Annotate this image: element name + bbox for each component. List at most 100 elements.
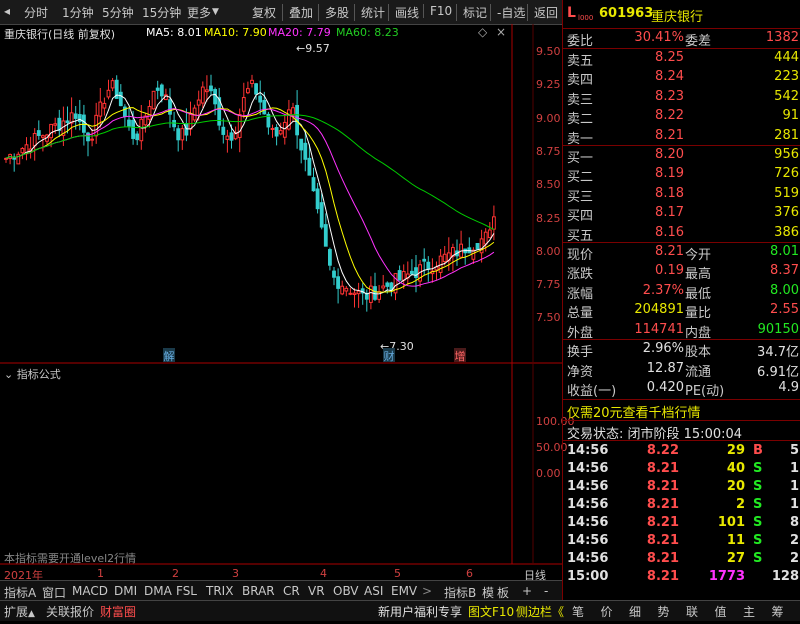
ask-price: 8.25	[655, 50, 684, 65]
fundamental-row: 换手 2.96% 股本 34.7亿	[563, 340, 800, 360]
bid-row[interactable]: 买二 8.19 726	[563, 165, 800, 185]
side-tab[interactable]: 值	[715, 603, 727, 620]
zoom-out-button[interactable]: -	[544, 584, 548, 598]
statistics-button[interactable]: 统计	[354, 4, 385, 21]
tab-more[interactable]: 更多	[187, 4, 211, 21]
side-tab[interactable]: 细	[629, 603, 641, 620]
candle-body	[65, 120, 70, 123]
bid-row[interactable]: 买四 8.17 376	[563, 204, 800, 224]
kline-svg	[0, 24, 562, 565]
toolbar-menu-icon[interactable]: ◂	[4, 4, 10, 18]
candle-body	[135, 133, 140, 141]
ask-row[interactable]: 卖四 8.24 223	[563, 68, 800, 88]
tab-indicator-b[interactable]: 指标B	[444, 584, 476, 601]
tab-template-1[interactable]: 模	[482, 584, 494, 601]
kline-chart-area[interactable]: 重庆银行(日线 前复权) MA5: 8.01 MA10: 7.90 MA20: …	[0, 24, 575, 624]
diamond-icon[interactable]: ◇	[478, 25, 487, 39]
chevron-down-icon[interactable]: ▼	[212, 7, 219, 17]
tab-indicator-a[interactable]: 指标A	[4, 584, 36, 601]
tab-asi[interactable]: ASI	[364, 584, 383, 598]
tab-dma[interactable]: DMA	[144, 584, 172, 598]
tab-1min[interactable]: 1分钟	[62, 4, 94, 21]
ask-row[interactable]: 卖三 8.23 542	[563, 88, 800, 108]
date-month-2: 2	[172, 567, 179, 580]
restore-rights-button[interactable]: 复权	[252, 4, 276, 21]
candle-body	[209, 85, 213, 92]
event-marker-unlock[interactable]: 解	[163, 348, 175, 363]
related-quote-tab[interactable]: 关联报价	[46, 603, 94, 620]
date-month-6: 6	[466, 567, 473, 580]
candle-body	[147, 106, 152, 120]
bid-volume: 376	[774, 205, 799, 221]
add-watchlist-button[interactable]: -自选	[490, 4, 525, 21]
tab-macd[interactable]: MACD	[72, 584, 108, 598]
tab-scroll-icon[interactable]: >	[422, 584, 432, 598]
extend-button[interactable]: 扩展▲	[4, 603, 35, 620]
tab-vr[interactable]: VR	[308, 584, 325, 598]
ask-row[interactable]: 卖二 8.22 91	[563, 107, 800, 127]
close-icon[interactable]: ×	[496, 25, 506, 39]
candle-body	[12, 157, 17, 160]
tick-volume: 1773	[708, 569, 745, 584]
candle-body	[336, 276, 341, 289]
tab-dmi[interactable]: DMI	[114, 584, 137, 598]
candle-body	[332, 270, 336, 278]
tab-5min[interactable]: 5分钟	[102, 4, 134, 21]
new-user-promo[interactable]: 新用户福利专享	[378, 603, 462, 620]
candle-body	[90, 138, 94, 141]
side-tab[interactable]: 联	[686, 603, 698, 620]
tab-window[interactable]: 窗口	[42, 584, 66, 601]
tick-side: S	[753, 533, 763, 548]
weibi-row: 委比 30.41% 委差 1382	[563, 29, 800, 49]
f10-button[interactable]: F10	[423, 4, 452, 18]
bottom-bar: 扩展▲ 关联报价 财富圈 新用户福利专享 图文F10 侧边栏《 笔价细势联值主筹	[0, 600, 800, 621]
tab-15min[interactable]: 15分钟	[142, 4, 181, 21]
tick-price: 8.21	[646, 515, 679, 530]
side-tab[interactable]: 笔	[572, 603, 584, 620]
bid-row[interactable]: 买一 8.20 956	[563, 146, 800, 166]
side-tab[interactable]: 主	[743, 603, 755, 620]
event-marker-increase[interactable]: 增	[454, 348, 466, 363]
candle-body	[278, 130, 283, 135]
tab-trix[interactable]: TRIX	[206, 584, 233, 598]
ask-row[interactable]: 卖一 8.21 281	[563, 127, 800, 147]
draw-line-button[interactable]: 画线	[388, 4, 419, 21]
back-button[interactable]: 返回	[527, 4, 558, 21]
tab-obv[interactable]: OBV	[333, 584, 359, 598]
ask-row[interactable]: 卖五 8.25 444	[563, 49, 800, 69]
tab-fsl[interactable]: FSL	[176, 584, 197, 598]
wealth-circle-tab[interactable]: 财富圈	[100, 603, 136, 620]
tab-intraday[interactable]: 分时	[24, 4, 48, 21]
tab-emv[interactable]: EMV	[391, 584, 417, 598]
bid-volume: 386	[774, 224, 799, 240]
tab-brar[interactable]: BRAR	[242, 584, 275, 598]
multi-stock-button[interactable]: 多股	[318, 4, 349, 21]
bid-row[interactable]: 买五 8.16 386	[563, 224, 800, 244]
tick-price: 8.22	[646, 443, 679, 458]
tab-template-2[interactable]: 板	[497, 584, 509, 601]
ask-label: 卖三	[567, 92, 594, 108]
side-tab[interactable]: 价	[601, 603, 613, 620]
indicator-dropdown[interactable]: ⌄ 指标公式	[4, 366, 61, 382]
zoom-in-button[interactable]: +	[522, 584, 532, 598]
tick-price: 8.21	[646, 533, 679, 548]
ask-volume: 281	[774, 127, 799, 143]
candle-body	[200, 86, 205, 104]
event-marker-finance[interactable]: 财	[383, 348, 395, 363]
level2-promo-row[interactable]: 仅需20元查看千档行情	[563, 401, 800, 421]
side-tab[interactable]: 势	[658, 603, 670, 620]
tab-cr[interactable]: CR	[283, 584, 300, 598]
level2-promo[interactable]: 仅需20元查看千档行情	[567, 402, 701, 421]
stat-value: 2.37%	[642, 282, 684, 298]
candle-body	[82, 114, 86, 133]
bid-price: 8.18	[655, 185, 684, 201]
mark-button[interactable]: 标记	[456, 4, 487, 21]
candle-body	[213, 89, 217, 105]
f10-graphic-button[interactable]: 图文F10	[468, 603, 514, 620]
candle-body	[110, 80, 115, 89]
overlay-button[interactable]: 叠加	[282, 4, 313, 21]
bid-row[interactable]: 买三 8.18 519	[563, 185, 800, 205]
sidebar-toggle-button[interactable]: 侧边栏《	[516, 603, 564, 620]
bid-volume: 956	[774, 147, 799, 162]
side-tab[interactable]: 筹	[772, 603, 784, 620]
